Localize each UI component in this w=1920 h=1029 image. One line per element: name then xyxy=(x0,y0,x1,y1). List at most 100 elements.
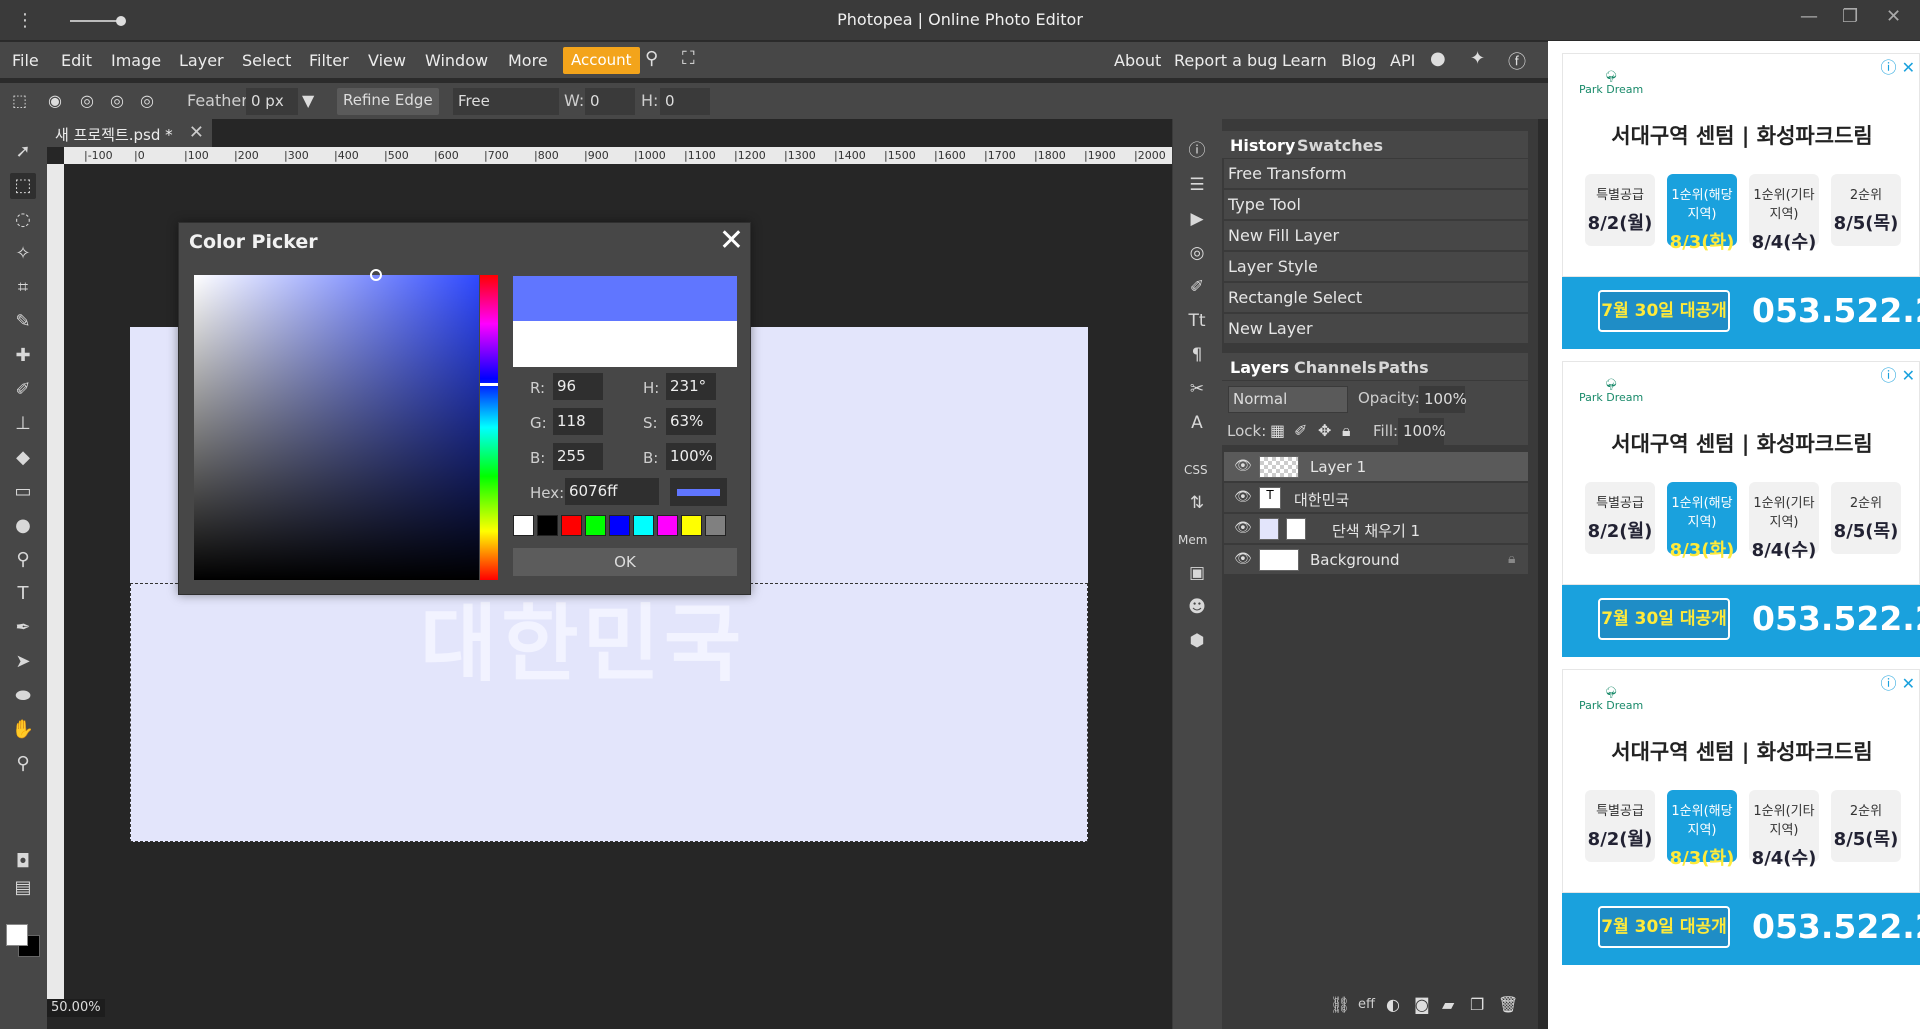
glyphs-icon[interactable]: A xyxy=(1185,411,1209,435)
eye-icon[interactable]: 👁︎ xyxy=(1234,520,1252,536)
magic-wand-tool-icon[interactable]: ✧ xyxy=(10,241,36,267)
h-input[interactable]: 231° xyxy=(666,373,716,400)
lock-position-icon[interactable]: ✥ xyxy=(1318,421,1338,441)
opacity-input[interactable]: 100% xyxy=(1419,386,1467,413)
layer-row[interactable]: 👁︎ Layer 1 xyxy=(1224,452,1528,482)
fill-input[interactable]: 100% xyxy=(1398,418,1446,445)
info-icon[interactable]: ⓘ xyxy=(1185,139,1209,163)
tab-channels[interactable]: Channels xyxy=(1294,358,1377,377)
palette-swatch-red[interactable] xyxy=(561,515,582,536)
brush-tool-icon[interactable]: ✐ xyxy=(10,377,36,403)
ok-button[interactable]: OK xyxy=(513,548,737,576)
menu-select[interactable]: Select xyxy=(242,51,291,70)
eye-icon[interactable]: 👁︎ xyxy=(1234,489,1252,505)
hex-input[interactable]: 6076ff xyxy=(565,478,659,505)
history-item[interactable]: New Fill Layer xyxy=(1224,221,1528,251)
close-icon[interactable]: ✕ xyxy=(189,122,204,143)
history-item[interactable]: Layer Style xyxy=(1224,252,1528,282)
blur-tool-icon[interactable]: ● xyxy=(10,513,36,539)
hand-tool-icon[interactable]: ✋ xyxy=(10,717,36,743)
delete-layer-icon[interactable]: 🗑︎ xyxy=(1498,995,1518,1015)
history-item[interactable]: Rectangle Select xyxy=(1224,283,1528,313)
healing-tool-icon[interactable]: ✚ xyxy=(10,343,36,369)
image-icon[interactable]: ▣ xyxy=(1185,561,1209,585)
new-group-icon[interactable]: ▰ xyxy=(1442,995,1462,1015)
layer-row[interactable]: 👁︎ T 대한민국 xyxy=(1224,483,1528,513)
selection-intersect-icon[interactable]: ◎ xyxy=(140,91,160,111)
eye-icon[interactable]: 👁︎ xyxy=(1234,551,1252,567)
crop-tool-icon[interactable]: ⌗ xyxy=(10,275,36,301)
lock-all-icon[interactable]: 🔒︎ xyxy=(1342,421,1362,441)
brightness-input[interactable]: 100% xyxy=(666,443,716,470)
blend-mode-select[interactable]: Normal xyxy=(1228,386,1348,413)
feather-input[interactable]: 0 px xyxy=(246,88,298,115)
selection-subtract-icon[interactable]: ◎ xyxy=(110,91,130,111)
account-button[interactable]: Account xyxy=(563,47,640,74)
ad-close-icon[interactable]: ⓘ ✕ xyxy=(1881,54,1916,78)
character-icon[interactable]: Tt xyxy=(1185,309,1209,333)
selection-add-icon[interactable]: ◎ xyxy=(80,91,100,111)
b-input[interactable]: 255 xyxy=(553,443,603,470)
menu-file[interactable]: File xyxy=(12,51,39,70)
lasso-tool-icon[interactable]: ◌ xyxy=(10,207,36,233)
refine-edge-button[interactable]: Refine Edge xyxy=(337,88,439,115)
facebook-icon[interactable]: ⓕ xyxy=(1508,48,1526,74)
document-tab[interactable]: 새 프로젝트.psd * ✕ xyxy=(47,119,212,147)
menu-filter[interactable]: Filter xyxy=(309,51,349,70)
link-about[interactable]: About xyxy=(1114,51,1161,70)
paragraph-icon[interactable]: ¶ xyxy=(1185,343,1209,367)
link-learn[interactable]: Learn xyxy=(1282,51,1327,70)
s-input[interactable]: 63% xyxy=(666,408,716,435)
palette-swatch-cyan[interactable] xyxy=(633,515,654,536)
dodge-tool-icon[interactable]: ⚲ xyxy=(10,547,36,573)
layer-row[interactable]: 👁︎ 단색 채우기 1 xyxy=(1224,514,1528,544)
effects-button[interactable]: eff xyxy=(1358,997,1375,1012)
eye-icon[interactable]: 👁︎ xyxy=(1234,458,1252,474)
menu-image[interactable]: Image xyxy=(111,51,161,70)
menu-more[interactable]: More xyxy=(508,51,548,70)
color-cursor[interactable] xyxy=(370,269,382,281)
eyedropper-tool-icon[interactable]: ✎ xyxy=(10,309,36,335)
tab-paths[interactable]: Paths xyxy=(1378,358,1429,377)
ad-banner[interactable]: 🌳︎ Park Dream 서대구역 센텀 | 화성파크드림 특별공급 8/2(월)… xyxy=(1562,361,1920,661)
close-icon[interactable]: ✕ xyxy=(719,223,744,258)
add-mask-icon[interactable]: ◙ xyxy=(1414,995,1434,1015)
zoom-tool-icon[interactable]: ⚲ xyxy=(10,751,36,777)
lock-transparency-icon[interactable]: ▦ xyxy=(1270,421,1290,441)
marquee-tool-icon[interactable]: ⬚ xyxy=(12,91,32,111)
selection-new-icon[interactable]: ◉ xyxy=(48,91,68,111)
fullscreen-icon[interactable]: ⛶ xyxy=(682,48,695,69)
palette-swatch-white[interactable] xyxy=(513,515,534,536)
g-input[interactable]: 118 xyxy=(553,408,603,435)
shape-tool-icon[interactable]: ⬬ xyxy=(10,683,36,709)
palette-swatch-blue[interactable] xyxy=(609,515,630,536)
close-window-icon[interactable]: ✕ xyxy=(1886,6,1901,27)
palette-swatch-magenta[interactable] xyxy=(657,515,678,536)
screen-mode-icon[interactable]: ▤ xyxy=(10,875,36,901)
rect-select-tool-icon[interactable]: ⬚ xyxy=(10,173,36,199)
link-layers-icon[interactable]: ⛓ xyxy=(1330,995,1350,1015)
menu-view[interactable]: View xyxy=(368,51,406,70)
palette-swatch-green[interactable] xyxy=(585,515,606,536)
reddit-icon[interactable]: ● xyxy=(1430,48,1446,69)
adjustment-layer-icon[interactable]: ◐ xyxy=(1386,995,1406,1015)
r-input[interactable]: 96 xyxy=(553,373,603,400)
foreground-color-swatch[interactable] xyxy=(6,924,28,946)
minimize-icon[interactable]: — xyxy=(1800,6,1818,27)
pen-tool-icon[interactable]: ✒ xyxy=(10,615,36,641)
saturation-value-field[interactable] xyxy=(194,269,479,580)
stamp-tool-icon[interactable]: ⊥ xyxy=(10,411,36,437)
tab-history[interactable]: History xyxy=(1230,136,1295,155)
link-api[interactable]: API xyxy=(1390,51,1415,70)
properties-icon[interactable]: ⇅ xyxy=(1185,491,1209,515)
move-tool-icon[interactable]: ➚ xyxy=(10,139,36,165)
layer-row[interactable]: 👁︎ Background 🔒︎ xyxy=(1224,545,1528,575)
history-item[interactable]: Free Transform xyxy=(1224,159,1528,189)
quick-mask-icon[interactable]: ◘ xyxy=(10,849,36,875)
ad-banner[interactable]: 🌳︎ Park Dream 서대구역 센텀 | 화성파크드림 특별공급 8/2(월)… xyxy=(1562,669,1920,969)
new-layer-icon[interactable]: ❐ xyxy=(1470,995,1490,1015)
width-input[interactable]: 0 xyxy=(585,88,635,115)
ad-close-icon[interactable]: ⓘ ✕ xyxy=(1881,362,1916,386)
memory-label[interactable]: Mem xyxy=(1178,533,1207,547)
path-select-tool-icon[interactable]: ➤ xyxy=(10,649,36,675)
